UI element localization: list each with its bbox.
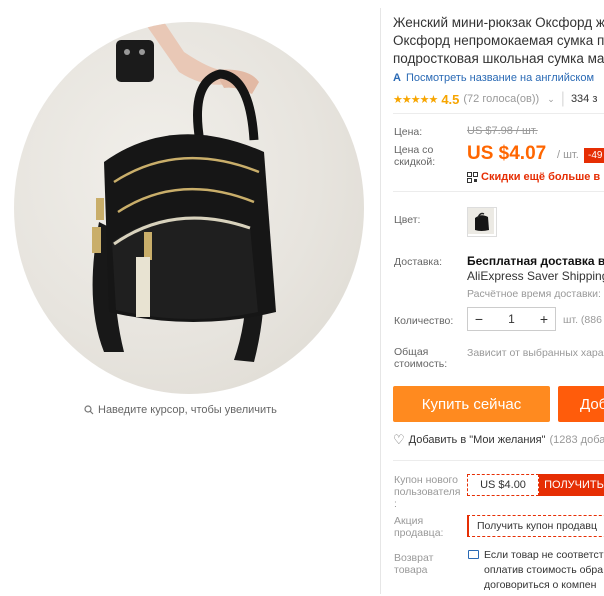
add-to-cart-button[interactable]: Доб [558,386,604,422]
return-policy-icon [468,550,479,559]
orders-count: 334 з [570,93,598,105]
return-label: Возврат товара [394,552,433,576]
return-line: Если товар не соответст [484,549,604,561]
column-divider [380,8,381,594]
buy-now-button[interactable]: Купить сейчас [393,386,550,422]
label-line: пользователя [394,486,461,498]
heart-icon: ♡ [393,432,405,447]
chevron-down-icon[interactable]: ⌄ [547,94,555,105]
title-line: Женский мини-рюкзак Оксфорд ж [393,15,604,30]
title-line: Оксфорд непромокаемая сумка пе [393,33,604,48]
coupon-discount-link[interactable]: Скидки ещё больше в пр [467,171,604,183]
swatch-thumbnail [468,208,494,234]
return-line: договориться о компен [484,579,597,591]
old-price: US $7.98 / шт. [467,125,538,137]
return-policy-text: Если товар не соответст оплатив стоимост… [484,548,604,593]
delivery-estimate: Расчётное время доставки: [467,288,601,300]
separator: | [560,90,565,107]
magnifier-icon [84,405,94,415]
translate-link-text: Посмотреть название на английском [405,72,595,84]
votes-link[interactable]: (72 голоса(ов)) [463,93,539,105]
divider [393,460,604,461]
decrease-quantity-button[interactable]: − [468,311,490,327]
product-photo [92,22,276,362]
label-line: Купон нового [394,474,458,486]
return-line: оплатив стоимость обра [484,564,604,576]
translate-link[interactable]: A Посмотреть название на английском [393,72,594,84]
stock-available: шт. (886 [563,314,602,326]
translate-icon: A [393,72,401,84]
new-user-coupon-value: US $4.00 [467,474,539,496]
discount-price-label: Цена со скидкой: [394,144,435,168]
price-unit: / шт. [557,149,579,161]
color-swatch-black[interactable] [467,207,497,237]
quantity-input[interactable]: 1 [501,312,523,326]
delivery-line: Бесплатная доставка в Ru [467,254,604,268]
increase-quantity-button[interactable]: + [533,311,555,327]
color-label: Цвет: [394,214,421,226]
label-line: продавца: [394,527,444,539]
current-price: US $4.07 [467,143,547,164]
rating-value: 4.5 [441,91,460,107]
seller-coupon-button[interactable]: Получить купон продавц [467,515,604,537]
zoom-hint-text: Наведите курсор, чтобы увеличить [98,404,277,416]
wishlist-text: Добавить в "Мои желания" [408,434,546,446]
label-line: товара [394,564,428,576]
coupon-discount-text: Скидки ещё больше в пр [481,171,604,183]
quantity-label: Количество: [394,315,454,327]
title-line: подростковая школьная сумка ма [393,51,604,66]
label-line: Возврат [394,552,434,564]
divider [393,191,604,192]
discount-badge: -49 [584,148,604,163]
label-line: стоимость: [394,358,448,370]
delivery-option[interactable]: Бесплатная доставка в Ru AliExpress Save… [467,254,604,284]
add-to-wishlist-link[interactable]: ♡ Добавить в "Мои желания" (1283 доба [393,432,604,448]
total-note: Зависит от выбранных хара [467,347,604,359]
wishlist-count: (1283 доба [549,434,604,446]
product-title: Женский мини-рюкзак Оксфорд ж Оксфорд не… [393,14,604,68]
get-coupon-button[interactable]: ПОЛУЧИТЬ [539,474,604,496]
label-line: скидкой: [394,156,436,168]
label-line: : [394,498,397,510]
delivery-label: Доставка: [394,256,443,268]
total-label: Общая стоимость: [394,346,447,370]
rating-row: ★★★★★ 4.5 (72 голоса(ов)) ⌄ | 334 з [393,90,597,108]
seller-promo-label: Акция продавца: [394,515,443,539]
product-main-image[interactable] [14,22,364,394]
delivery-line: AliExpress Saver Shipping [467,269,604,283]
label-line: Акция [394,515,424,527]
star-rating-icon: ★★★★★ [393,93,438,106]
label-line: Общая [394,346,429,358]
zoom-hint: Наведите курсор, чтобы увеличить [84,404,277,416]
label-line: Цена со [394,144,434,156]
new-user-coupon-label: Купон нового пользователя : [394,474,461,510]
qr-code-icon [467,171,478,183]
quantity-stepper: − 1 + [467,307,556,331]
price-label: Цена: [394,126,423,138]
divider [393,113,604,114]
